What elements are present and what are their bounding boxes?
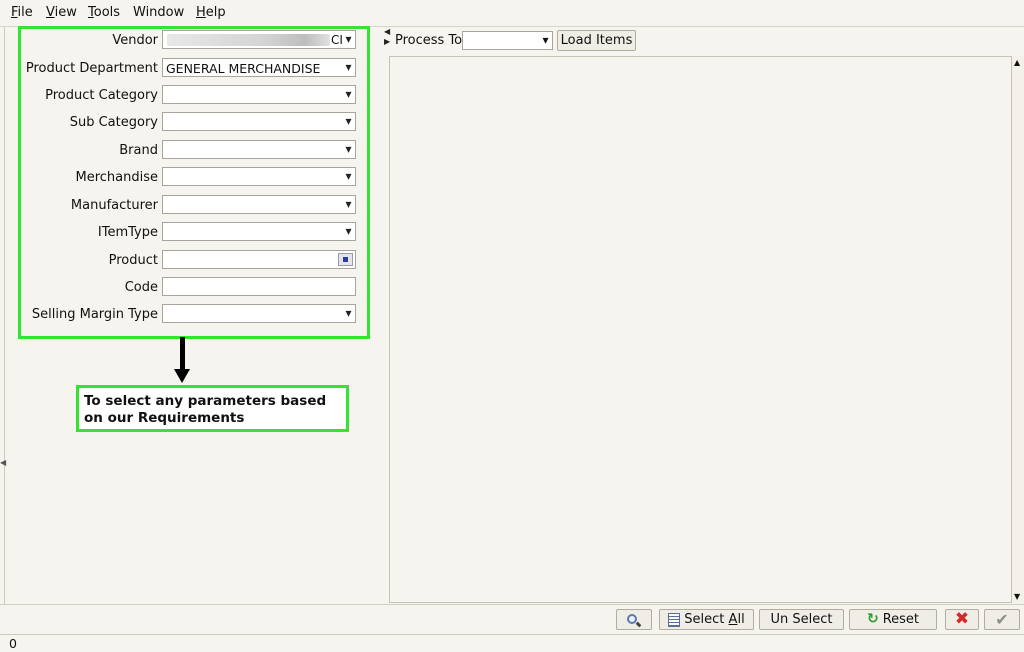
- merchandise-combo[interactable]: [162, 167, 356, 186]
- chevron-down-icon[interactable]: [342, 59, 355, 76]
- status-bar: 0: [0, 634, 1024, 652]
- brand-combo[interactable]: [162, 140, 356, 159]
- annotation-arrow-shaft: [180, 337, 185, 373]
- manufacturer-row: Manufacturer: [22, 195, 358, 216]
- product-category-row: Product Category: [22, 85, 358, 106]
- menu-tools-label: ools: [93, 5, 121, 20]
- select-all-label: Select: [684, 612, 729, 627]
- scroll-down-icon[interactable]: ▼: [1014, 592, 1020, 601]
- menu-view-label: iew: [54, 5, 77, 20]
- panel-splitter[interactable]: [384, 27, 388, 603]
- select-all-label-rest: ll: [737, 612, 745, 627]
- reset-label: Reset: [882, 612, 920, 627]
- product-department-value: GENERAL MERCHANDISE: [166, 61, 321, 76]
- reset-button[interactable]: ↻ Reset: [849, 609, 937, 630]
- item-type-row: ITemType: [22, 222, 358, 243]
- vendor-row: Vendor CI: [22, 30, 358, 51]
- selling-margin-type-row: Selling Margin Type: [22, 304, 358, 325]
- status-text: 0: [9, 636, 17, 651]
- menu-tools[interactable]: Tools: [88, 5, 120, 20]
- selling-margin-type-combo[interactable]: [162, 304, 356, 323]
- menu-help-label: elp: [205, 5, 226, 20]
- item-type-label: ITemType: [97, 225, 158, 240]
- code-input[interactable]: [162, 277, 356, 296]
- manufacturer-label: Manufacturer: [70, 198, 158, 213]
- document-icon: [668, 612, 681, 627]
- chevron-down-icon[interactable]: [342, 86, 355, 103]
- manufacturer-combo[interactable]: [162, 195, 356, 214]
- product-lookup-button[interactable]: [338, 253, 353, 266]
- product-department-label: Product Department: [25, 61, 158, 76]
- chevron-down-icon[interactable]: [539, 32, 552, 49]
- product-department-combo[interactable]: GENERAL MERCHANDISE: [162, 58, 356, 77]
- annotation-text: To select any parameters based on our Re…: [84, 393, 327, 426]
- chevron-down-icon[interactable]: [342, 31, 355, 48]
- ok-button[interactable]: ✔: [984, 609, 1020, 630]
- code-label: Code: [124, 280, 158, 295]
- lookup-icon: [343, 257, 348, 262]
- chevron-down-icon[interactable]: [342, 113, 355, 130]
- menu-help[interactable]: Help: [196, 5, 226, 20]
- items-grid[interactable]: [389, 56, 1012, 603]
- chevron-down-icon[interactable]: [342, 223, 355, 240]
- selling-margin-type-label: Selling Margin Type: [31, 307, 158, 322]
- cancel-button[interactable]: ✖: [945, 609, 979, 630]
- code-row: Code: [22, 277, 358, 298]
- process-to-combo[interactable]: [462, 31, 553, 50]
- chevron-down-icon[interactable]: [342, 196, 355, 213]
- unselect-button[interactable]: Un Select: [759, 609, 844, 630]
- merchandise-row: Merchandise: [22, 167, 358, 188]
- product-field[interactable]: [162, 250, 356, 269]
- product-category-combo[interactable]: [162, 85, 356, 104]
- process-to-label: Process To: [395, 33, 463, 48]
- check-icon: ✔: [995, 610, 1009, 629]
- search-icon: [627, 614, 642, 628]
- scroll-up-icon[interactable]: ▲: [1014, 58, 1020, 67]
- chevron-down-icon[interactable]: [342, 141, 355, 158]
- chevron-down-icon[interactable]: [342, 168, 355, 185]
- brand-row: Brand: [22, 140, 358, 161]
- menu-file-label: ile: [17, 5, 33, 20]
- product-row: Product: [22, 250, 358, 271]
- menu-window[interactable]: Window: [133, 5, 184, 20]
- vendor-combo[interactable]: CI: [162, 30, 356, 49]
- menu-view-accel: V: [46, 5, 55, 20]
- annotation-arrow-head: [174, 369, 190, 383]
- menu-help-accel: H: [196, 5, 206, 20]
- annotation-note: To select any parameters based on our Re…: [76, 385, 349, 432]
- merchandise-label: Merchandise: [75, 170, 158, 185]
- vendor-label: Vendor: [112, 33, 158, 48]
- sub-category-combo[interactable]: [162, 112, 356, 131]
- search-button[interactable]: [616, 609, 652, 630]
- product-category-label: Product Category: [45, 88, 158, 103]
- menu-bar: File View Tools Window Help: [0, 0, 1024, 27]
- sub-category-label: Sub Category: [69, 115, 158, 130]
- item-type-combo[interactable]: [162, 222, 356, 241]
- vendor-redacted-value: [167, 34, 330, 46]
- sub-category-row: Sub Category: [22, 112, 358, 133]
- vertical-scrollbar[interactable]: ▲ ▼: [1011, 56, 1024, 603]
- menu-file[interactable]: File: [11, 5, 33, 20]
- reset-icon: ↻: [866, 611, 879, 627]
- chevron-down-icon[interactable]: [342, 305, 355, 322]
- load-items-button[interactable]: Load Items: [557, 30, 636, 51]
- product-label: Product: [108, 253, 158, 268]
- menu-view[interactable]: View: [46, 5, 77, 20]
- close-icon: ✖: [954, 609, 970, 629]
- product-department-row: Product Department GENERAL MERCHANDISE: [22, 58, 358, 79]
- brand-label: Brand: [119, 143, 158, 158]
- select-all-button[interactable]: Select All: [659, 609, 754, 630]
